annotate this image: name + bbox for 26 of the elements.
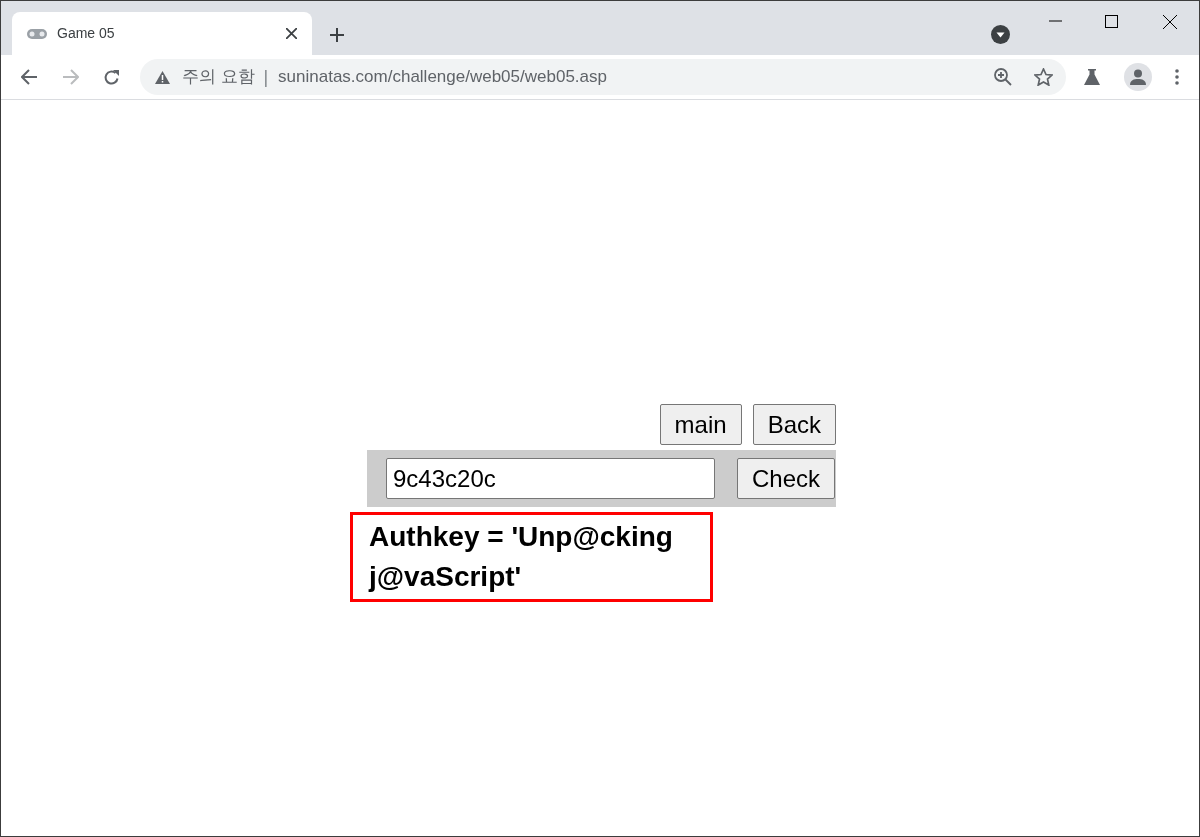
new-tab-icon[interactable] <box>330 28 344 42</box>
zoom-icon[interactable] <box>994 68 1012 86</box>
address-bar[interactable]: 주의 요함 | suninatas.com/challenge/web05/web05.asp <box>140 59 1066 95</box>
flask-icon[interactable] <box>1084 69 1100 85</box>
close-icon[interactable] <box>286 28 297 39</box>
tab-title: Game 05 <box>57 24 115 43</box>
gamepad-icon <box>27 28 47 39</box>
star-icon[interactable] <box>1034 68 1053 86</box>
close-icon[interactable] <box>1163 15 1177 29</box>
url-text: suninatas.com/challenge/web05/web05.asp <box>278 66 607 89</box>
maximize-icon[interactable] <box>1105 15 1118 28</box>
warning-icon <box>155 70 170 84</box>
nav-button[interactable]: Back <box>752 404 836 445</box>
separator: | <box>263 65 269 89</box>
nav-button[interactable]: main <box>659 404 742 445</box>
profile-avatar[interactable] <box>1124 63 1152 91</box>
reload-icon[interactable] <box>103 68 120 86</box>
key-input-field[interactable]: 9c43c20c <box>386 458 715 499</box>
check-button[interactable]: Check <box>736 458 835 499</box>
back-arrow-icon[interactable] <box>21 69 38 85</box>
authkey-text: j@vaScript' <box>369 560 523 594</box>
tab-search-icon[interactable] <box>991 25 1010 44</box>
security-label: 주의 요함 <box>182 65 256 89</box>
menu-icon[interactable] <box>1175 69 1179 85</box>
browser-tab[interactable]: Game 05 <box>12 12 312 55</box>
authkey-text: Authkey = 'Unp@cking <box>369 520 674 554</box>
